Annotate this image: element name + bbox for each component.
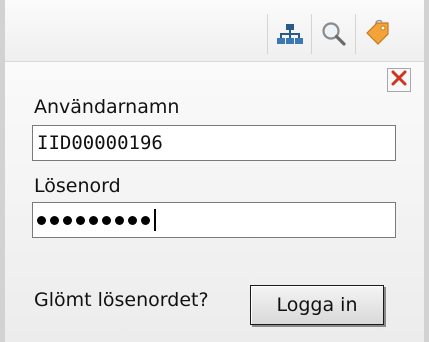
login-panel: Användarnamn Lösenord Glömt lösenordet? … bbox=[0, 0, 429, 342]
password-dot bbox=[141, 215, 150, 225]
password-dot bbox=[128, 215, 137, 225]
username-label: Användarnamn bbox=[34, 96, 180, 118]
password-label: Lösenord bbox=[34, 175, 121, 197]
text-caret bbox=[154, 209, 156, 231]
password-field[interactable] bbox=[32, 202, 396, 238]
sitemap-button[interactable] bbox=[267, 14, 311, 54]
password-dot bbox=[50, 215, 59, 225]
icon-toolbar bbox=[5, 0, 424, 62]
close-button[interactable] bbox=[387, 68, 411, 92]
magnifier-icon bbox=[321, 21, 347, 47]
sitemap-icon bbox=[276, 23, 303, 45]
password-dot bbox=[76, 215, 85, 225]
forgot-password-link[interactable]: Glömt lösenordet? bbox=[34, 289, 209, 311]
password-mask bbox=[37, 215, 154, 225]
password-dot bbox=[102, 215, 111, 225]
password-dot bbox=[89, 215, 98, 225]
tag-icon bbox=[364, 20, 392, 48]
close-icon bbox=[391, 70, 407, 90]
panel-right-edge bbox=[424, 0, 429, 342]
tag-button[interactable] bbox=[355, 14, 399, 54]
search-button[interactable] bbox=[311, 14, 355, 54]
password-dot bbox=[37, 215, 46, 225]
login-submit-button[interactable]: Logga in bbox=[250, 285, 384, 325]
password-dot bbox=[115, 215, 124, 225]
username-field[interactable] bbox=[32, 125, 396, 161]
password-dot bbox=[63, 215, 72, 225]
